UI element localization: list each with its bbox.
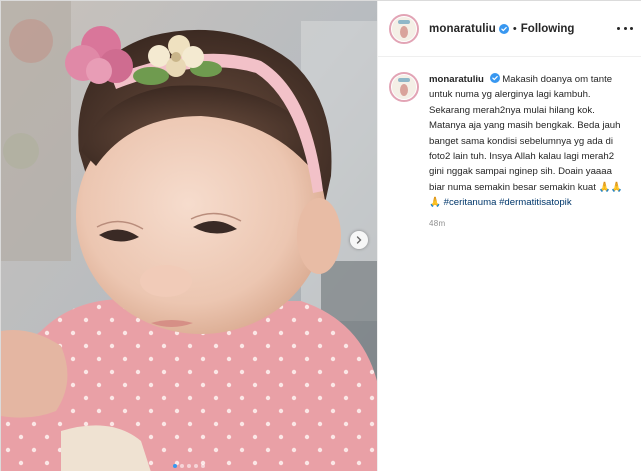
carousel-dot <box>187 464 191 468</box>
post-side-panel: monaratuliu • Following monaratuliu Maka… <box>377 1 641 471</box>
hashtag-ceritanuma[interactable]: #ceritanuma <box>444 197 497 208</box>
caption-username[interactable]: monaratuliu <box>429 74 484 85</box>
following-button[interactable]: Following <box>521 23 575 35</box>
more-options-icon[interactable] <box>617 21 633 35</box>
caption-text: monaratuliu Makasih doanya om tante untu… <box>429 72 625 211</box>
post-timestamp[interactable]: 48m <box>429 219 641 228</box>
verified-badge-icon <box>489 73 500 83</box>
post-header: monaratuliu • Following <box>378 1 641 57</box>
avatar[interactable] <box>389 13 419 44</box>
baby-photo <box>1 1 377 471</box>
post-media[interactable] <box>1 1 377 471</box>
header-username[interactable]: monaratuliu <box>429 23 496 35</box>
verified-badge-icon <box>498 23 509 34</box>
carousel-dot <box>180 464 184 468</box>
caption: monaratuliu Makasih doanya om tante untu… <box>378 57 641 211</box>
header-separator: • <box>512 22 517 35</box>
hashtag-dermatitisatopik[interactable]: #dermatitisatopik <box>499 197 572 208</box>
avatar-image <box>392 16 416 41</box>
carousel-dot <box>201 464 205 468</box>
avatar-image <box>392 75 416 99</box>
carousel-dot <box>194 464 198 468</box>
carousel-indicator <box>1 464 377 468</box>
next-image-button[interactable] <box>350 231 368 249</box>
chevron-right-icon <box>356 236 362 244</box>
carousel-dot <box>173 464 177 468</box>
caption-body: Makasih doanya om tante untuk numa yg al… <box>429 74 623 209</box>
instagram-post: monaratuliu • Following monaratuliu Maka… <box>0 0 641 471</box>
caption-avatar[interactable] <box>389 72 419 102</box>
